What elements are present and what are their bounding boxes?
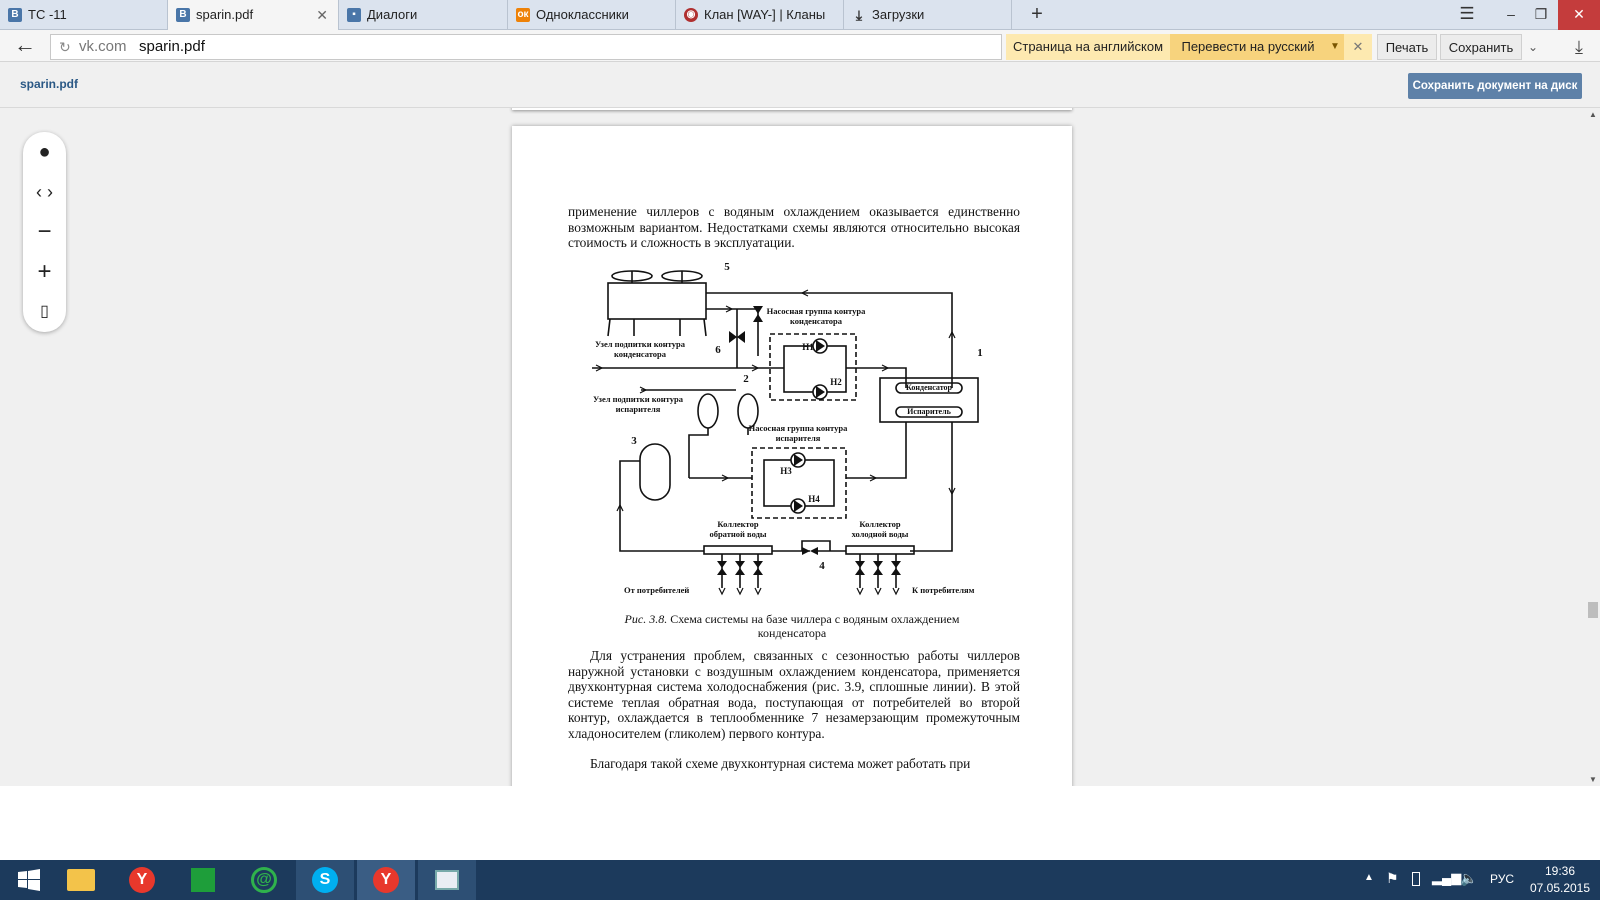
from-consumers-label: От потребителей	[624, 585, 690, 595]
minimize-icon[interactable]: ‒	[1496, 0, 1526, 30]
tab-label: Клан [WAY-] | Кланы	[704, 7, 826, 22]
store-icon[interactable]	[174, 860, 232, 900]
label-h3: Н3	[780, 466, 792, 476]
vertical-scrollbar[interactable]: ▲ ▼	[1586, 108, 1600, 786]
page-language-label: Страница на английском	[1006, 34, 1170, 60]
save-button[interactable]: Сохранить	[1440, 34, 1522, 60]
zoom-out-icon[interactable]: −	[23, 212, 66, 252]
tab-sparin-pdf[interactable]: B sparin.pdf ✕	[168, 0, 339, 30]
menu-icon[interactable]: ☰	[1452, 0, 1482, 30]
battery-icon[interactable]	[1412, 872, 1420, 886]
close-tab-icon[interactable]: ✕	[316, 0, 328, 30]
zoom-in-icon[interactable]: +	[23, 252, 66, 292]
translate-button[interactable]: Перевести на русский	[1170, 34, 1326, 60]
yandex-browser-icon[interactable]: Y	[113, 860, 171, 900]
reader-app-icon[interactable]	[418, 860, 476, 900]
message-icon: ▪	[347, 8, 361, 22]
file-explorer-icon[interactable]	[52, 860, 110, 900]
navigate-arrows-icon[interactable]: ‹ ›	[23, 172, 66, 212]
previous-page-edge	[512, 108, 1072, 110]
back-icon[interactable]: ←	[14, 32, 36, 58]
label-5: 5	[724, 261, 730, 273]
pump-group-condenser-label: Насосная группа контура конденсатора	[766, 306, 866, 326]
label-condenser: Конденсатор	[906, 383, 952, 392]
close-window-icon[interactable]: ✕	[1558, 0, 1600, 30]
feed-evaporator-label: Узел подпитки контура испарителя	[593, 394, 683, 414]
caption-prefix: Рис. 3.8.	[624, 612, 668, 626]
figure-caption: Рис. 3.8. Схема системы на базе чиллера …	[592, 612, 992, 640]
tab-bar: B TC -11 B sparin.pdf ✕ ▪ Диалоги ок Одн…	[0, 0, 1600, 30]
url-domain: vk.com	[79, 38, 127, 55]
ok-icon: ок	[516, 8, 530, 22]
clock-time[interactable]: 19:36	[1530, 864, 1590, 878]
tab-label: Загрузки	[872, 7, 925, 22]
label-evaporator: Испаритель	[907, 407, 951, 416]
url-field[interactable]: ↻ vk.com sparin.pdf	[50, 34, 1002, 60]
label-1: 1	[977, 347, 983, 359]
dry-cooler	[607, 282, 707, 320]
to-consumers-label: К потребителям	[912, 585, 975, 595]
pump-group-evaporator-label: Насосная группа контура испарителя	[748, 423, 848, 443]
volume-icon[interactable]: 🔈	[1460, 870, 1477, 887]
language-indicator[interactable]: РУС	[1490, 872, 1514, 886]
chevron-down-icon[interactable]: ⌄	[1522, 34, 1544, 60]
yandex-browser-active-icon[interactable]: Y	[357, 860, 415, 900]
paragraph-3: Благодаря такой схеме двухконтурная сист…	[590, 756, 971, 771]
skype-icon[interactable]: S	[296, 860, 354, 900]
pdf-viewer[interactable]: применение чиллеров с водяным охлаждение…	[0, 108, 1600, 786]
tray-chevron-icon[interactable]: ▲	[1364, 872, 1374, 883]
label-3: 3	[631, 435, 637, 447]
print-button[interactable]: Печать	[1377, 34, 1437, 60]
vk-icon: B	[8, 8, 22, 22]
collector-cold-label: Коллектор холодной воды	[851, 519, 909, 539]
vk-icon: B	[176, 8, 190, 22]
caption-text: Схема системы на базе чиллера с водяным …	[670, 612, 960, 640]
clan-icon: ◉	[684, 8, 698, 22]
reload-icon[interactable]: ↻	[59, 35, 71, 59]
address-bar: ← ↻ vk.com sparin.pdf Страница на англий…	[0, 30, 1600, 62]
restore-icon[interactable]: ❐	[1526, 0, 1556, 30]
windows-start-icon[interactable]	[0, 860, 58, 900]
zoom-controls: ● ‹ › − + ▯	[23, 132, 66, 332]
translate-options-icon[interactable]: ▼	[1326, 34, 1344, 60]
flag-icon[interactable]: ⚑	[1386, 870, 1399, 887]
feed-condenser-label: Узел подпитки контура конденсатора	[595, 339, 685, 359]
paragraph-2: Для устранения проблем, связанных с сезо…	[568, 648, 1020, 741]
tab-label: Одноклассники	[536, 7, 629, 22]
taskbar: Y @ S Y ▲ ⚑ ▂▄▆ 🔈 РУС 19:36 07.05.2015	[0, 860, 1600, 900]
tab-label: Диалоги	[367, 7, 418, 22]
scroll-down-icon[interactable]: ▼	[1589, 775, 1597, 784]
fit-page-icon[interactable]: ▯	[23, 292, 66, 332]
network-icon[interactable]: ▂▄▆	[1432, 870, 1461, 886]
fit-dot-icon[interactable]: ●	[23, 132, 66, 172]
tab-odnoklassniki[interactable]: ок Одноклассники	[508, 0, 676, 30]
document-title: sparin.pdf	[20, 77, 79, 91]
label-6: 6	[715, 344, 721, 356]
new-tab-icon[interactable]: +	[1022, 0, 1052, 30]
download-icon: ⤓	[855, 7, 863, 23]
scroll-thumb[interactable]	[1588, 602, 1598, 618]
tab-tc11[interactable]: B TC -11	[0, 0, 168, 30]
pdf-page: применение чиллеров с водяным охлаждение…	[512, 126, 1072, 786]
tab-downloads[interactable]: ⤓ Загрузки	[844, 0, 1012, 30]
tab-dialogs[interactable]: ▪ Диалоги	[339, 0, 508, 30]
chiller-diagram: 5 1 2 3 4 6 Н1 Н2 Н3 Н4 Конденсатор Испа…	[592, 261, 983, 596]
downloads-icon[interactable]: ⤓	[1566, 34, 1592, 60]
scroll-up-icon[interactable]: ▲	[1589, 110, 1597, 119]
collector-return-label: Коллектор обратной воды	[709, 519, 767, 539]
tab-clan[interactable]: ◉ Клан [WAY-] | Кланы	[676, 0, 844, 30]
save-to-disk-button[interactable]: Сохранить документ на диск	[1408, 73, 1582, 99]
label-h1: Н1	[802, 342, 814, 352]
close-translate-icon[interactable]: ✕	[1344, 34, 1372, 60]
label-h4: Н4	[808, 494, 820, 504]
clock-date[interactable]: 07.05.2015	[1524, 881, 1596, 895]
label-4: 4	[819, 560, 825, 572]
label-h2: Н2	[830, 377, 842, 387]
document-bar: sparin.pdf Сохранить документ на диск	[0, 62, 1600, 108]
tab-label: TC -11	[28, 7, 67, 22]
mail-agent-icon[interactable]: @	[235, 860, 293, 900]
url-path: sparin.pdf	[139, 38, 205, 55]
tab-label: sparin.pdf	[196, 7, 254, 22]
label-2: 2	[743, 373, 749, 385]
